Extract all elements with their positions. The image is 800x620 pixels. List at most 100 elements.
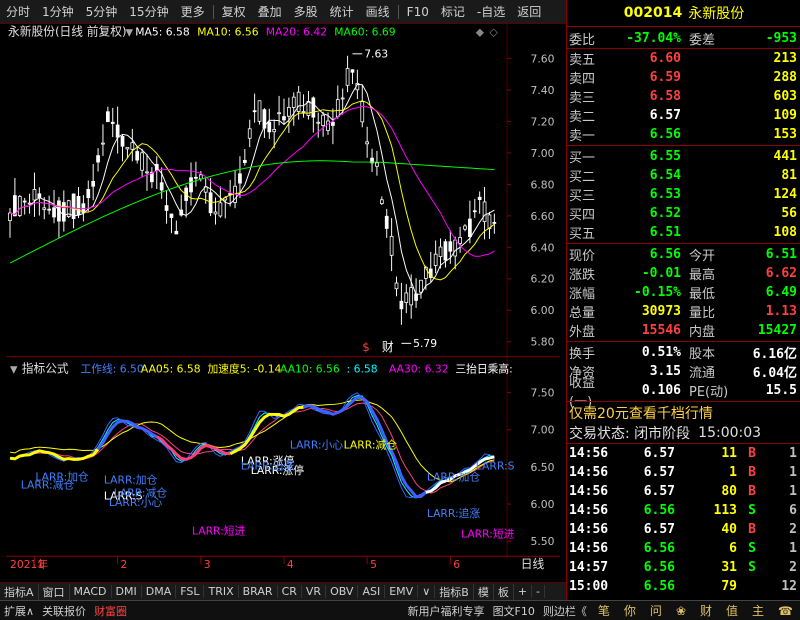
- triangle-icon[interactable]: ▼: [10, 364, 18, 375]
- promo-text[interactable]: 仅需20元查看千档行情: [569, 403, 713, 423]
- promo-row[interactable]: 仅需20元查看千档行情: [567, 403, 800, 422]
- candle-body: [443, 241, 448, 261]
- indicator-tab[interactable]: DMA: [142, 585, 177, 598]
- money-icon[interactable]: 财: [693, 602, 719, 619]
- field-label: 涨跌: [569, 268, 596, 283]
- field-label: 总量: [569, 306, 596, 321]
- indicator-tab[interactable]: DMI: [112, 585, 142, 598]
- tick-count: 2: [789, 522, 797, 537]
- toolbar-item[interactable]: 统计: [324, 3, 360, 20]
- trade-status: 交易状态: 闭市阶段: [569, 425, 691, 442]
- main-icon[interactable]: 主: [745, 602, 771, 619]
- order-book-row: 买五 6.51 108: [567, 223, 800, 242]
- tick-price: 6.57: [643, 446, 675, 461]
- field-value: 15546: [641, 323, 681, 338]
- field-value: 15427: [757, 323, 797, 338]
- candle-body: [433, 253, 438, 266]
- candle-body: [482, 201, 487, 223]
- event-marker-s[interactable]: $: [362, 340, 369, 354]
- indicator-tab[interactable]: TRIX: [204, 585, 239, 598]
- toolbar-item[interactable]: -自选: [471, 3, 511, 20]
- weibi-row: 委比 -37.04% 委差 -953: [567, 29, 800, 48]
- price-tick-label: 7.20: [531, 115, 555, 128]
- trade-time: 15:00:03: [698, 424, 762, 441]
- indicator-tab[interactable]: ASI: [358, 585, 386, 598]
- toolbar-item[interactable]: 5分钟: [80, 3, 124, 20]
- triangle-icon[interactable]: ▼: [125, 28, 133, 39]
- toolbar-item[interactable]: 1分钟: [36, 3, 80, 20]
- indicator-tab[interactable]: 指标B: [435, 583, 474, 600]
- level-label: 买二: [569, 170, 596, 185]
- toolbar-item[interactable]: 画线: [360, 3, 396, 20]
- tick-price: 6.56: [643, 503, 675, 518]
- status-link[interactable]: 扩展∧: [0, 603, 38, 619]
- event-marker-finance[interactable]: 财: [382, 340, 394, 354]
- diamond-icon[interactable]: ◆: [476, 26, 485, 39]
- indicator-tab[interactable]: BRAR: [239, 585, 278, 598]
- you-icon[interactable]: 你: [617, 602, 643, 619]
- indicator-tab[interactable]: EMV: [385, 585, 419, 598]
- candle-body: [301, 111, 306, 113]
- toolbar-item[interactable]: 叠加: [252, 3, 288, 20]
- toolbar-item[interactable]: 分时: [0, 3, 36, 20]
- level-price: 6.56: [649, 127, 681, 142]
- toolbar-item[interactable]: 更多: [175, 3, 211, 20]
- candle-body: [61, 202, 66, 222]
- status-link[interactable]: 新用户福利专享: [404, 603, 489, 619]
- indicator-tab[interactable]: 板: [494, 583, 514, 600]
- tick-price: 6.56: [643, 541, 675, 556]
- indicator-tab[interactable]: FSL: [176, 585, 205, 598]
- larr-annotation: LARR:减仓: [344, 439, 398, 452]
- toolbar-item[interactable]: 多股: [288, 3, 324, 20]
- indicator-tab[interactable]: VR: [302, 585, 327, 598]
- candle-body: [477, 196, 482, 201]
- status-link[interactable]: 则边栏《: [539, 603, 591, 619]
- indicator-tab[interactable]: 窗口: [39, 583, 70, 600]
- indicator-tab[interactable]: +: [514, 585, 533, 598]
- status-link[interactable]: 关联报价: [38, 603, 90, 619]
- tick-count: 1: [789, 446, 797, 461]
- period-label[interactable]: 日线: [521, 557, 545, 570]
- candle-body: [257, 100, 262, 122]
- status-link[interactable]: 财富圈: [90, 603, 131, 619]
- toolbar-item[interactable]: F10: [401, 5, 435, 19]
- stock-name: 永新股份: [688, 5, 745, 22]
- candle-body: [135, 151, 140, 161]
- toolbar-item[interactable]: 标记: [435, 3, 471, 20]
- kline-chart[interactable]: 永新股份(日线 前复权)▼ MA5: 6.58 MA10: 6.56 MA20: 6.…: [0, 24, 566, 570]
- indicator-tab[interactable]: -: [532, 585, 546, 598]
- status-right: 新用户福利专享 图文F10 则边栏《笔你问 ❀ 财值主 ☎: [404, 602, 800, 619]
- indicator-tab[interactable]: OBV: [326, 585, 359, 598]
- candle-body: [404, 292, 409, 303]
- candle-body: [463, 225, 467, 230]
- indicator-tab[interactable]: 模: [474, 583, 494, 600]
- tick-time: 14:56: [569, 503, 609, 518]
- candle-body: [399, 300, 404, 310]
- indicator-tick-label: 5.50: [531, 535, 555, 548]
- level-label: 买四: [569, 208, 596, 223]
- indicator-tab[interactable]: MACD: [70, 585, 112, 598]
- candle-body: [492, 222, 497, 224]
- candle-body: [247, 128, 252, 139]
- expand-icon[interactable]: ◇: [489, 26, 498, 39]
- indicator-value-label: 三抬日乘高:: [455, 362, 512, 375]
- stock-header: 002014 永新股份: [567, 3, 800, 22]
- status-link[interactable]: 图文F10: [489, 603, 539, 619]
- pen-icon[interactable]: 笔: [591, 602, 617, 619]
- toolbar-item[interactable]: 返回: [511, 3, 547, 20]
- question-icon[interactable]: 问: [643, 602, 669, 619]
- larr-annotation: LARR:减仓: [114, 486, 168, 499]
- ma-label: MA60: 6.69: [334, 26, 395, 39]
- toolbar-item[interactable]: 复权: [216, 3, 252, 20]
- phone-icon[interactable]: ☎: [771, 604, 800, 618]
- indicator-tab[interactable]: 指标A: [0, 583, 39, 600]
- level-label: 卖三: [569, 91, 596, 106]
- tick-price: 6.57: [643, 465, 675, 480]
- value-icon[interactable]: 值: [719, 602, 745, 619]
- indicator-tab[interactable]: CR: [278, 585, 302, 598]
- ma-label: MA20: 6.42: [266, 26, 327, 39]
- toolbar-item[interactable]: 15分钟: [123, 3, 174, 20]
- month-label: 4: [287, 558, 294, 570]
- flower-icon[interactable]: ❀: [669, 604, 693, 618]
- indicator-tab[interactable]: ∨: [418, 585, 436, 598]
